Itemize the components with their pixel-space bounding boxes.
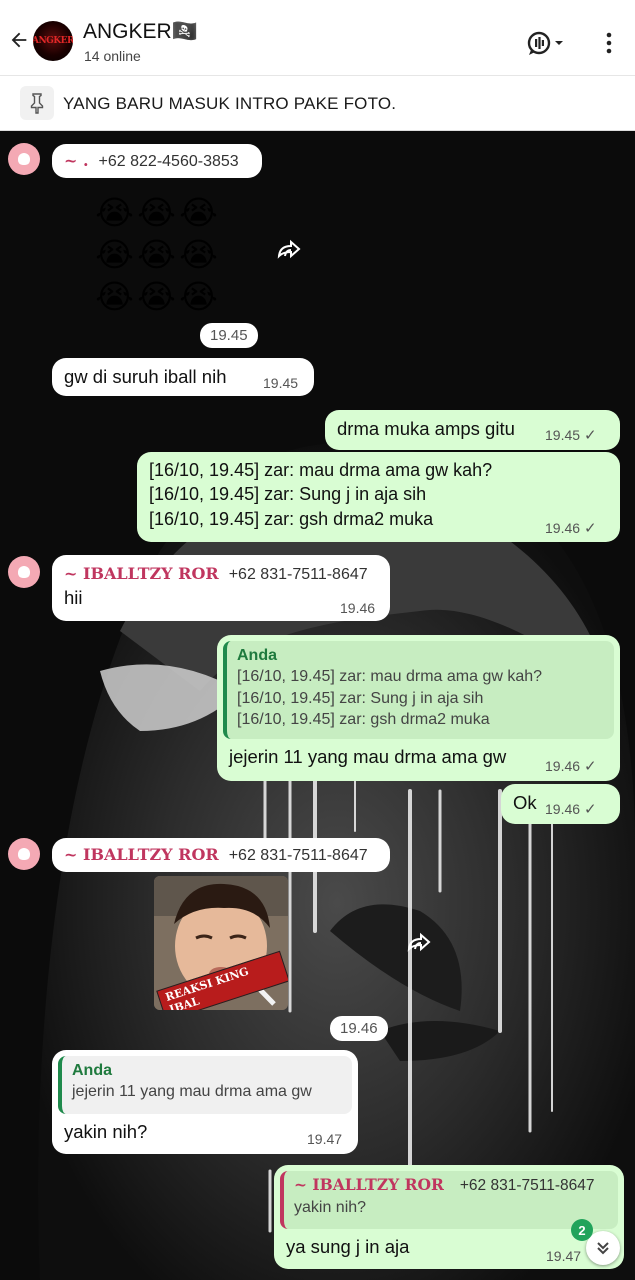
- message-line: [16/10, 19.45] zar: gsh drma2 muka: [149, 508, 434, 529]
- outgoing-reply-bubble[interactable]: Anda [16/10, 19.45] zar: mau drma ama gw…: [217, 635, 620, 781]
- message-time-value: 19.46: [545, 758, 581, 774]
- crying-emoji: 😭: [179, 278, 218, 315]
- quoted-message[interactable]: ~ IBALLTZY ROR +62 831-7511-8647 yakin ni…: [280, 1171, 618, 1229]
- quote-phone: +62 831-7511-8647: [459, 1177, 595, 1194]
- crying-emoji: 😭: [95, 278, 134, 315]
- sender-header-bubble: ~ . +62 822-4560-3853: [52, 144, 262, 178]
- back-arrow-icon[interactable]: [8, 29, 30, 51]
- sender-name[interactable]: ~ .: [64, 151, 89, 170]
- incoming-message-bubble[interactable]: ~ IBALLTZY ROR +62 831-7511-8647 hii 19.4…: [52, 555, 390, 621]
- sent-check-icon: ✓: [584, 801, 597, 818]
- message-text: drma muka amps gitu: [337, 418, 515, 439]
- sent-check-icon: ✓: [584, 758, 597, 775]
- quote-line: yakin nih?: [294, 1198, 367, 1216]
- quoted-message[interactable]: Anda [16/10, 19.45] zar: mau drma ama gw…: [223, 641, 614, 739]
- sender-name[interactable]: ~ IBALLTZY ROR: [64, 845, 219, 864]
- quote-author: Anda: [72, 1062, 112, 1079]
- incoming-message-bubble[interactable]: gw di suruh iball nih 19.45: [52, 358, 314, 396]
- sender-phone: +62 822-4560-3853: [98, 153, 239, 170]
- group-avatar-text: ANGKER: [33, 36, 73, 46]
- message-text: Ok: [513, 792, 537, 813]
- message-time-pill: 19.46: [330, 1016, 388, 1041]
- quote-line: [16/10, 19.45] zar: mau drma ama gw kah?: [237, 668, 543, 686]
- chat-header: ANGKER ANGKER🏴‍☠️ 14 online: [0, 0, 635, 76]
- sender-phone: +62 831-7511-8647: [228, 847, 368, 864]
- message-line: [16/10, 19.45] zar: mau drma ama gw kah?: [149, 460, 493, 480]
- outgoing-message-bubble[interactable]: drma muka amps gitu 19.45 ✓: [325, 410, 620, 450]
- quote-line: jejerin 11 yang mau drma ama gw: [72, 1083, 312, 1101]
- crying-emoji: 😭: [137, 236, 176, 273]
- message-time: 19.45: [263, 375, 299, 391]
- crying-emoji: 😭: [179, 236, 218, 273]
- quote-author: Anda: [237, 647, 277, 664]
- emoji-message[interactable]: 😭 😭 😭 😭 😭 😭 😭 😭 😭: [94, 192, 219, 317]
- outgoing-message-bubble[interactable]: [16/10, 19.45] zar: mau drma ama gw kah?…: [137, 452, 620, 542]
- group-avatar[interactable]: ANGKER: [33, 21, 73, 61]
- sender-avatar[interactable]: [8, 838, 40, 870]
- incoming-reply-bubble[interactable]: Anda jejerin 11 yang mau drma ama gw yak…: [52, 1050, 358, 1154]
- message-time: 19.46 ✓: [545, 519, 597, 539]
- sender-phone: +62 831-7511-8647: [228, 566, 368, 583]
- sender-avatar[interactable]: [8, 143, 40, 175]
- quote-line: [16/10, 19.45] zar: Sung j in aja sih: [237, 689, 484, 707]
- message-time: 19.47: [307, 1131, 343, 1147]
- pin-icon: [20, 86, 54, 120]
- crying-emoji: 😭: [137, 194, 176, 231]
- sender-name[interactable]: ~ IBALLTZY ROR: [64, 564, 219, 583]
- sender-header-bubble: ~ IBALLTZY ROR +62 831-7511-8647: [52, 838, 390, 872]
- message-time-pill: 19.45: [200, 323, 258, 348]
- message-time-value: 19.46: [545, 520, 581, 536]
- quote-author: ~ IBALLTZY ROR: [294, 1175, 444, 1194]
- crying-emoji: 😭: [179, 194, 218, 231]
- message-text: hii: [64, 586, 83, 608]
- unread-count-badge: 2: [571, 1219, 593, 1241]
- online-status: 14 online: [84, 48, 141, 64]
- message-line: [16/10, 19.45] zar: Sung j in aja sih: [149, 484, 427, 505]
- more-vert-icon[interactable]: [602, 32, 616, 54]
- forward-icon[interactable]: [406, 931, 432, 953]
- double-chevron-down-icon: [597, 1242, 609, 1255]
- outgoing-message-bubble[interactable]: Ok 19.46 ✓: [501, 784, 620, 824]
- message-text: gw di suruh iball nih: [64, 366, 227, 387]
- quoted-message[interactable]: Anda jejerin 11 yang mau drma ama gw: [58, 1056, 352, 1114]
- forward-icon[interactable]: [276, 238, 302, 260]
- crying-emoji: 😭: [137, 278, 176, 315]
- message-time: 19.46 ✓: [545, 800, 597, 820]
- message-time: 19.47: [546, 1248, 582, 1264]
- message-time: 19.46 ✓: [545, 757, 597, 777]
- crying-emoji: 😭: [95, 194, 134, 231]
- quote-line: [16/10, 19.45] zar: gsh drma2 muka: [237, 710, 490, 728]
- message-time-value: 19.46: [545, 801, 581, 817]
- sent-check-icon: ✓: [584, 520, 597, 537]
- message-time: 19.46: [340, 600, 376, 616]
- pinned-text: YANG BARU MASUK INTRO PAKE FOTO.: [63, 94, 397, 113]
- sender-avatar[interactable]: [8, 556, 40, 588]
- voice-chat-icon[interactable]: [526, 30, 566, 56]
- group-name[interactable]: ANGKER🏴‍☠️: [83, 20, 198, 44]
- message-time-value: 19.45: [545, 427, 581, 443]
- crying-emoji: 😭: [95, 236, 134, 273]
- sent-check-icon: ✓: [584, 427, 597, 444]
- message-time: 19.45 ✓: [545, 426, 597, 446]
- pinned-message-bar[interactable]: YANG BARU MASUK INTRO PAKE FOTO.: [0, 76, 635, 131]
- outgoing-reply-bubble[interactable]: ~ IBALLTZY ROR +62 831-7511-8647 yakin ni…: [274, 1165, 624, 1269]
- sticker-image[interactable]: REAKSI KING IBAL: [154, 876, 288, 1010]
